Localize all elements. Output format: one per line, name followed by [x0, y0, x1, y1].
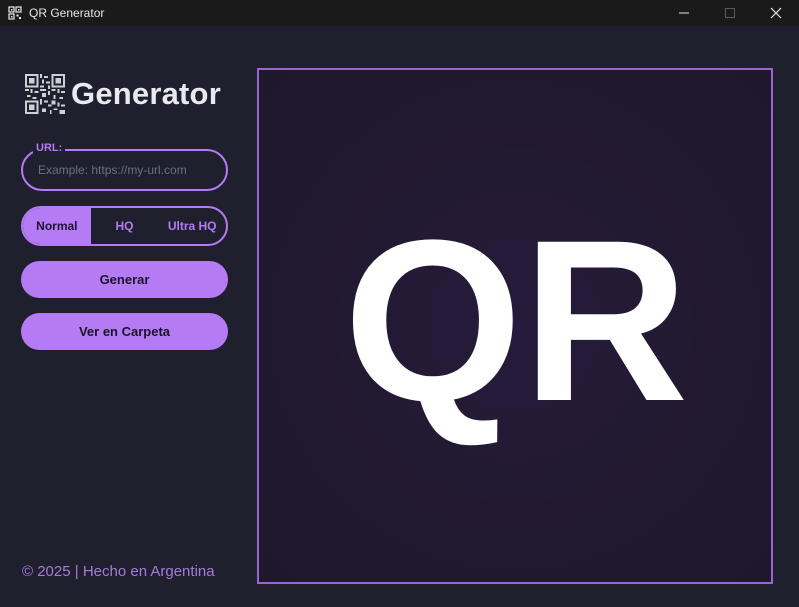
url-field-group: URL: [21, 142, 228, 191]
footer-credit: © 2025 | Hecho en Argentina [22, 563, 215, 580]
maximize-icon [725, 8, 735, 18]
open-folder-button[interactable]: Ver en Carpeta [21, 313, 228, 350]
close-button[interactable] [753, 0, 799, 26]
qr-preview-canvas: QR [344, 192, 689, 449]
qr-placeholder-text: QR [344, 192, 689, 449]
app-title: Generator [71, 76, 221, 111]
quality-selector: Normal HQ Ultra HQ [21, 206, 228, 246]
title-bar: QR Generator [0, 0, 799, 26]
qr-preview: QR [257, 68, 773, 584]
quality-option-hq[interactable]: HQ [91, 208, 159, 244]
qr-code-icon [25, 74, 65, 114]
qr-icon [8, 6, 22, 20]
generate-button[interactable]: Generar [21, 261, 228, 298]
window-controls [661, 0, 799, 26]
window-title: QR Generator [29, 6, 105, 20]
minimize-icon [679, 12, 689, 14]
close-icon [770, 7, 782, 19]
url-input[interactable] [38, 159, 213, 181]
maximize-button[interactable] [707, 0, 753, 26]
minimize-button[interactable] [661, 0, 707, 26]
quality-option-normal[interactable]: Normal [23, 208, 91, 244]
quality-option-ultra-hq[interactable]: Ultra HQ [158, 208, 226, 244]
url-label: URL: [33, 142, 66, 154]
brand: Generator [25, 74, 221, 114]
